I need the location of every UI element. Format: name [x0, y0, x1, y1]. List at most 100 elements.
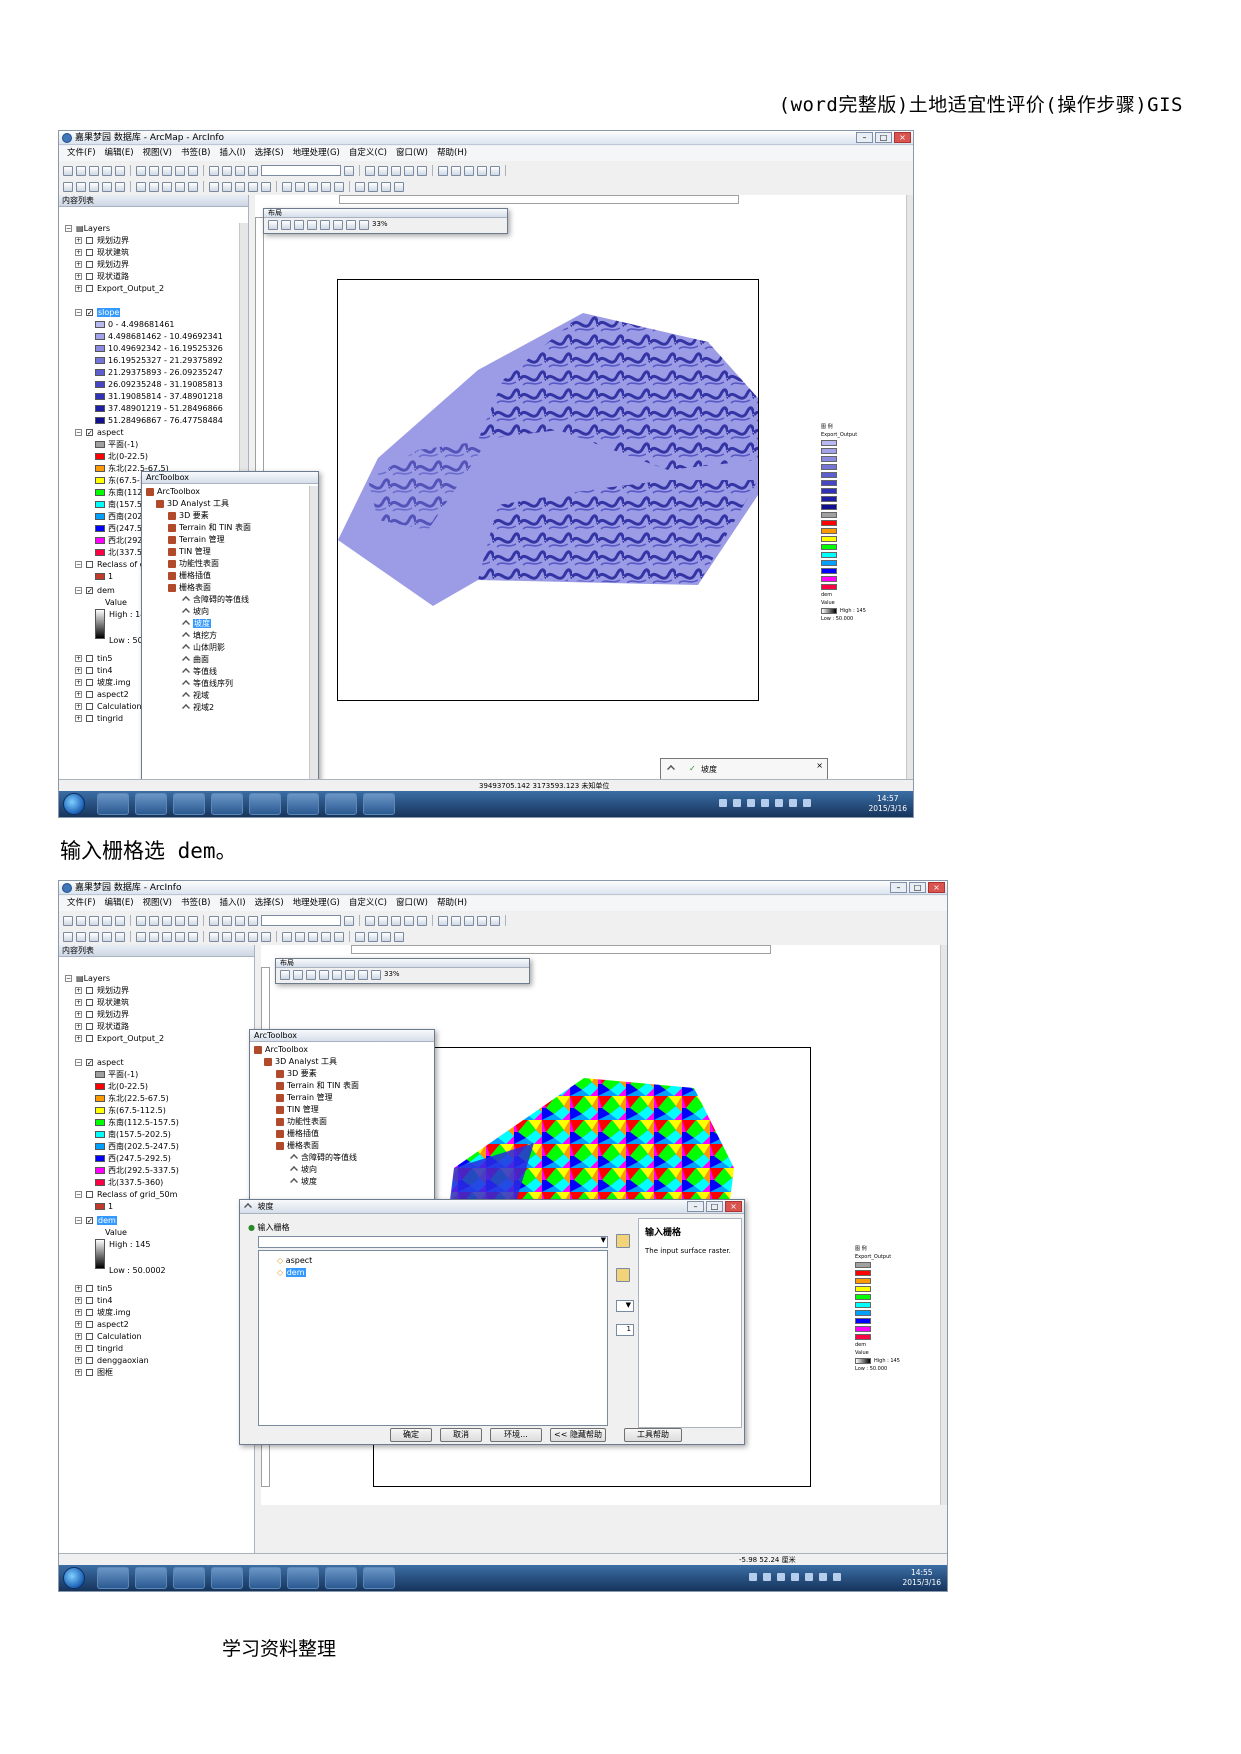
layer-checkbox[interactable]	[86, 1285, 93, 1292]
tool-icon[interactable]	[136, 181, 146, 192]
tool-item[interactable]: 坡度	[290, 1176, 317, 1188]
toolset-item[interactable]: 功能性表面	[276, 1116, 327, 1128]
ok-button[interactable]: 确定	[390, 1428, 432, 1442]
folder-open-icon[interactable]	[616, 1234, 630, 1248]
expand-toggle-icon[interactable]: +	[75, 1309, 82, 1316]
expand-toggle-icon[interactable]: +	[75, 1369, 82, 1376]
expand-toggle-icon[interactable]: +	[75, 1321, 82, 1328]
layer-item[interactable]: + tingrid	[75, 713, 123, 725]
layer-checkbox[interactable]	[86, 1357, 93, 1364]
expand-toggle-icon[interactable]: +	[75, 249, 82, 256]
environments-button[interactable]: 环境...	[490, 1428, 542, 1442]
tool-icon[interactable]	[381, 181, 391, 192]
tool-icon[interactable]	[248, 931, 258, 942]
tool-icon[interactable]	[334, 931, 344, 942]
menu-item[interactable]: 文件(F)	[67, 896, 96, 911]
expand-toggle-icon[interactable]: +	[75, 1011, 82, 1018]
tool-icon[interactable]	[368, 181, 378, 192]
tool-icon[interactable]	[175, 915, 185, 926]
menu-item[interactable]: 窗口(W)	[396, 896, 428, 911]
layer-item[interactable]: + denggaoxian	[75, 1355, 149, 1367]
tool-item[interactable]: 含障碍的等值线	[182, 594, 249, 606]
layer-checkbox[interactable]	[86, 261, 93, 268]
expand-toggle-icon[interactable]: +	[75, 285, 82, 292]
expand-toggle-icon[interactable]: +	[75, 691, 82, 698]
layer-checkbox[interactable]	[86, 237, 93, 244]
list-item-aspect[interactable]: ◇ aspect	[277, 1255, 312, 1267]
layer-checkbox[interactable]	[86, 1023, 93, 1030]
menu-item[interactable]: 书签(B)	[181, 146, 210, 161]
expand-toggle-icon[interactable]: +	[75, 1023, 82, 1030]
layers-group[interactable]: − ▤Layers	[65, 223, 110, 235]
taskbar-arcmap[interactable]	[325, 793, 357, 815]
taskbar-browser[interactable]	[173, 1567, 205, 1589]
expand-toggle-icon[interactable]: +	[75, 1297, 82, 1304]
toolset-item[interactable]: Terrain 管理	[276, 1092, 333, 1104]
menu-item[interactable]: 自定义(C)	[349, 896, 387, 911]
expand-toggle-icon[interactable]: −	[65, 225, 72, 232]
layer-checkbox[interactable]	[86, 1369, 93, 1376]
tool-icon[interactable]	[209, 915, 219, 926]
tool-icon[interactable]	[115, 931, 125, 942]
tool-icon[interactable]	[308, 181, 318, 192]
tool-icon[interactable]	[365, 915, 375, 926]
toolset-item[interactable]: TIN 管理	[276, 1104, 319, 1116]
layer-item[interactable]: + Calculation	[75, 1331, 142, 1343]
tool-icon[interactable]	[175, 181, 185, 192]
zoom-percent[interactable]: 33%	[372, 220, 388, 230]
tool-icon[interactable]	[63, 931, 73, 942]
tool-icon[interactable]	[209, 165, 219, 176]
expand-toggle-icon[interactable]: +	[75, 261, 82, 268]
tool-icon[interactable]	[76, 931, 86, 942]
tool-icon[interactable]	[464, 165, 474, 176]
tool-icon[interactable]	[115, 915, 125, 926]
hide-help-button[interactable]: << 隐藏帮助	[550, 1428, 606, 1442]
menu-item[interactable]: 窗口(W)	[396, 146, 428, 161]
tool-icon[interactable]	[394, 181, 404, 192]
expand-toggle-icon[interactable]: −	[75, 1191, 82, 1198]
layer-checkbox[interactable]	[86, 715, 93, 722]
menu-item[interactable]: 编辑(E)	[105, 896, 134, 911]
tool-item[interactable]: 含障碍的等值线	[290, 1152, 357, 1164]
tool-help-button[interactable]: 工具帮助	[624, 1428, 682, 1442]
tool-icon[interactable]	[417, 165, 427, 176]
tool-icon[interactable]	[162, 181, 172, 192]
tool-icon[interactable]	[162, 931, 172, 942]
tool-icon[interactable]	[76, 181, 86, 192]
expand-toggle-icon[interactable]: −	[75, 1217, 82, 1224]
layer-item[interactable]: + aspect2	[75, 1319, 129, 1331]
expand-toggle-icon[interactable]: −	[75, 561, 82, 568]
menu-item[interactable]: 插入(I)	[219, 896, 245, 911]
tool-icon[interactable]	[222, 915, 232, 926]
maximize-button[interactable]: □	[909, 882, 926, 893]
tool-icon[interactable]	[490, 165, 500, 176]
tool-icon[interactable]	[248, 165, 258, 176]
layer-item[interactable]: + Export_Output_2	[75, 283, 164, 295]
taskbar-app[interactable]	[249, 1567, 281, 1589]
tool-icon[interactable]	[188, 915, 198, 926]
tool-icon[interactable]	[175, 165, 185, 176]
tool-icon[interactable]	[235, 931, 245, 942]
tool-icon[interactable]	[149, 165, 159, 176]
layer-item[interactable]: + 坡度.img	[75, 1307, 131, 1319]
expand-toggle-icon[interactable]: −	[75, 1059, 82, 1066]
expand-toggle-icon[interactable]: −	[75, 587, 82, 594]
layer-item[interactable]: + tin4	[75, 665, 113, 677]
tool-icon[interactable]	[378, 165, 388, 176]
expand-toggle-icon[interactable]: +	[75, 273, 82, 280]
taskbar-explorer[interactable]	[97, 1567, 129, 1589]
layout-scrollbar[interactable]	[940, 945, 947, 1505]
tool-icon[interactable]	[102, 181, 112, 192]
tool-icon[interactable]	[149, 931, 159, 942]
tool-icon[interactable]	[89, 181, 99, 192]
cancel-button[interactable]: 取消	[440, 1428, 482, 1442]
layer-checkbox[interactable]	[86, 987, 93, 994]
toolset-3d-analyst[interactable]: 3D Analyst 工具	[156, 498, 229, 510]
tool-item[interactable]: 视域2	[182, 702, 214, 714]
layer-checkbox[interactable]	[86, 1191, 93, 1198]
layer-checkbox[interactable]	[86, 679, 93, 686]
layer-checkbox[interactable]	[86, 1309, 93, 1316]
tool-icon[interactable]	[381, 931, 391, 942]
toolset-item[interactable]: 栅格插值	[276, 1128, 319, 1140]
layer-item[interactable]: + tin5	[75, 653, 113, 665]
